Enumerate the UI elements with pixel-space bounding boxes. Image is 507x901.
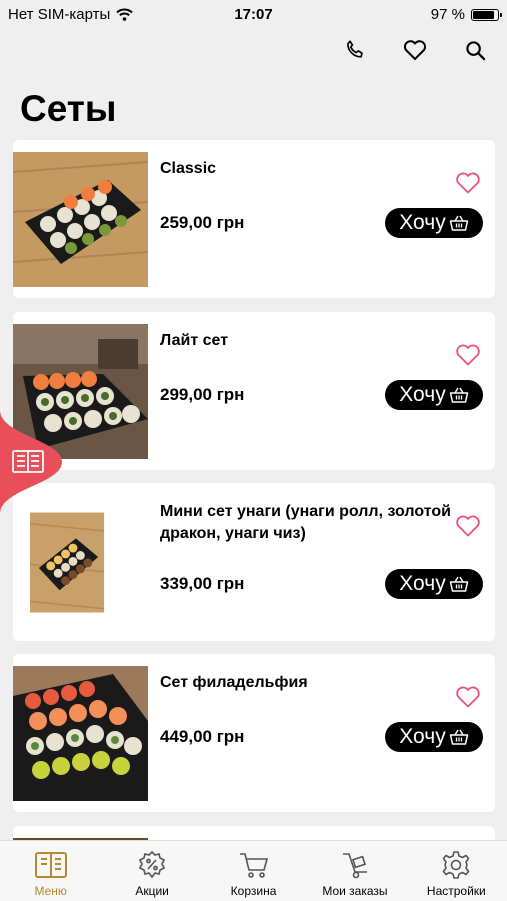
- product-image: [30, 512, 105, 613]
- battery-icon: [471, 8, 502, 21]
- bottom-tab-bar: Меню Акции Корзина Мои заказы Настройки: [0, 840, 507, 901]
- favorite-heart-icon[interactable]: [455, 343, 481, 367]
- product-image: [13, 666, 148, 801]
- want-button[interactable]: Хочу: [385, 569, 483, 599]
- product-card[interactable]: Мини сет унаги (унаги ролл, золотой драк…: [13, 483, 495, 641]
- tab-label: Мои заказы: [322, 884, 388, 898]
- menu-book-icon: [34, 849, 68, 881]
- tab-my-orders[interactable]: Мои заказы: [304, 841, 405, 901]
- basket-icon: [449, 576, 468, 592]
- product-name: Лайт сет: [160, 332, 229, 349]
- hand-truck-icon: [338, 849, 372, 881]
- favorite-heart-icon[interactable]: [455, 685, 481, 709]
- cart-icon: [237, 849, 271, 881]
- product-name: Classic: [160, 160, 217, 177]
- want-button[interactable]: Хочу: [385, 380, 483, 410]
- basket-icon: [449, 729, 468, 745]
- want-button-label: Хочу: [399, 725, 446, 748]
- want-button[interactable]: Хочу: [385, 208, 483, 238]
- tab-label: Акции: [135, 884, 169, 898]
- battery-percent: 97 %: [430, 6, 465, 23]
- side-menu-tab[interactable]: [0, 410, 62, 514]
- want-button-label: Хочу: [399, 211, 446, 234]
- product-price: 339,00 грн: [160, 574, 245, 593]
- product-price: 259,00 грн: [160, 213, 245, 232]
- gear-icon: [439, 849, 473, 881]
- header-actions: [343, 38, 487, 62]
- battery-area: 97 %: [430, 6, 502, 23]
- product-card[interactable]: Сет филадельфия 449,00 грн Хочу: [13, 654, 495, 812]
- product-card[interactable]: Лайт сет 299,00 грн Хочу: [13, 312, 495, 470]
- product-card[interactable]: Classic 259,00 грн Хочу: [13, 140, 495, 298]
- want-button[interactable]: Хочу: [385, 722, 483, 752]
- favorite-heart-icon[interactable]: [455, 171, 481, 195]
- tab-promotions[interactable]: Акции: [101, 841, 202, 901]
- want-button-label: Хочу: [399, 383, 446, 406]
- favorites-heart-icon[interactable]: [403, 38, 427, 62]
- tab-menu[interactable]: Меню: [0, 841, 101, 901]
- tab-label: Корзина: [230, 884, 277, 898]
- page-title: Сеты: [20, 88, 117, 129]
- favorite-heart-icon[interactable]: [455, 514, 481, 538]
- tab-label: Настройки: [426, 884, 486, 898]
- product-image: [13, 152, 148, 287]
- product-price: 449,00 грн: [160, 727, 245, 746]
- product-name: Сет филадельфия: [160, 674, 308, 691]
- product-price: 299,00 грн: [160, 385, 245, 404]
- basket-icon: [449, 215, 468, 231]
- discount-badge-icon: [135, 849, 169, 881]
- product-name: Мини сет унаги (унаги ролл, золотой драк…: [160, 503, 451, 542]
- basket-icon: [449, 387, 468, 403]
- search-icon[interactable]: [463, 38, 487, 62]
- tab-cart[interactable]: Корзина: [203, 841, 304, 901]
- tab-label: Меню: [34, 884, 67, 898]
- want-button-label: Хочу: [399, 572, 446, 595]
- status-bar: Нет SIM-карты 17:07 97 %: [0, 0, 507, 30]
- tab-settings[interactable]: Настройки: [406, 841, 507, 901]
- phone-icon[interactable]: [343, 38, 367, 62]
